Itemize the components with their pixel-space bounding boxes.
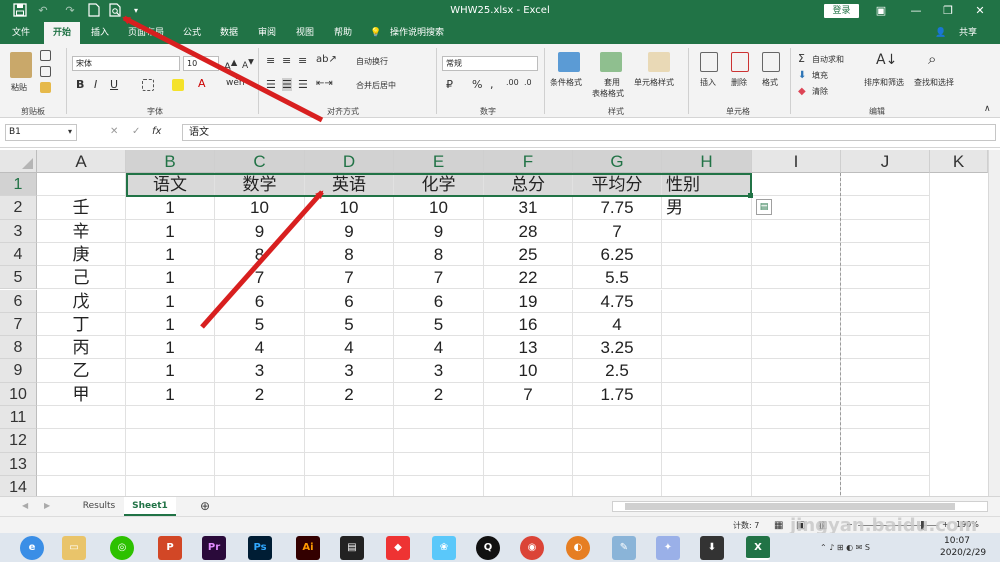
annotation-arrows (122, 15, 324, 329)
arrow-to-print-preview (122, 15, 324, 123)
arrow-to-header-row (200, 190, 324, 329)
